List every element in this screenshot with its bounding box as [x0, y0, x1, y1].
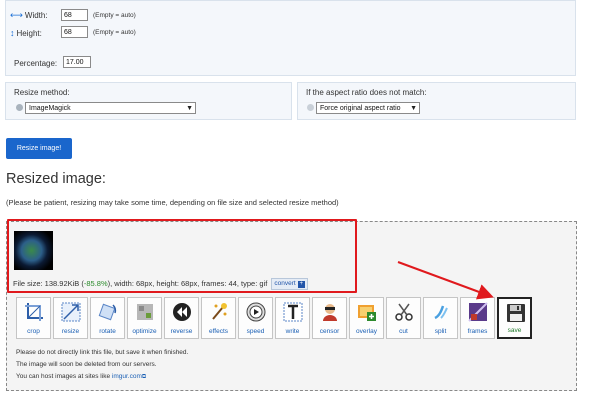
- tool-overlay[interactable]: overlay: [349, 297, 384, 339]
- crop-icon: [23, 301, 45, 323]
- resized-image-heading: Resized image:: [6, 171, 106, 187]
- patience-note: (Please be patient, resizing may take so…: [6, 198, 339, 207]
- tool-write[interactable]: write: [275, 297, 310, 339]
- tool-rotate[interactable]: rotate: [90, 297, 125, 339]
- tool-reverse[interactable]: reverse: [164, 297, 199, 339]
- width-hint: (Empty = auto): [93, 12, 136, 19]
- height-arrow-icon: ↕: [10, 28, 15, 38]
- chevron-down-icon: ▼: [186, 105, 193, 112]
- tool-resize[interactable]: resize: [53, 297, 88, 339]
- imagemagick-icon: [16, 104, 23, 111]
- reverse-icon: [171, 301, 193, 323]
- footer-line-2: The image will soon be deleted from our …: [16, 361, 157, 368]
- resize-image-button[interactable]: Resize image!: [6, 138, 72, 159]
- external-link-icon: ⧉: [141, 374, 147, 380]
- tool-speed[interactable]: speed: [238, 297, 273, 339]
- chevron-down-icon: ▼: [410, 105, 417, 112]
- width-label: ⟷ Width:: [10, 10, 48, 20]
- overlay-icon: [356, 301, 378, 323]
- rotate-icon: [97, 301, 119, 323]
- width-arrow-icon: ⟷: [10, 10, 23, 20]
- footer-line-3: You can host images at sites like imgur.…: [16, 373, 147, 380]
- optimize-icon: [134, 301, 156, 323]
- split-icon: [430, 301, 452, 323]
- tool-crop[interactable]: crop: [16, 297, 51, 339]
- aspect-ratio-select[interactable]: Force original aspect ratio ▼: [316, 102, 420, 114]
- height-input[interactable]: 68: [61, 26, 88, 38]
- tool-frames[interactable]: frames: [460, 297, 495, 339]
- resize-icon: [60, 301, 82, 323]
- tool-censor[interactable]: censor: [312, 297, 347, 339]
- height-label: ↕ Height:: [10, 28, 42, 38]
- highlight-box: [7, 219, 357, 293]
- effects-icon: [208, 301, 230, 323]
- height-hint: (Empty = auto): [93, 29, 136, 36]
- tool-optimize[interactable]: optimize: [127, 297, 162, 339]
- frames-icon: [467, 301, 489, 323]
- speed-icon: [245, 301, 267, 323]
- tool-cut[interactable]: cut: [386, 297, 421, 339]
- aspect-ratio-icon: [307, 104, 314, 111]
- percentage-label: Percentage:: [14, 59, 58, 68]
- tool-save[interactable]: save: [497, 297, 532, 339]
- aspect-ratio-label: If the aspect ratio does not match:: [306, 88, 427, 97]
- censor-icon: [319, 301, 341, 323]
- width-input[interactable]: 68: [61, 9, 88, 21]
- resize-method-label: Resize method:: [14, 88, 70, 97]
- footer-line-1: Please do not directly link this file, b…: [16, 349, 189, 356]
- tool-effects[interactable]: effects: [201, 297, 236, 339]
- save-icon: [505, 302, 527, 324]
- cut-icon: [393, 301, 415, 323]
- write-icon: [282, 301, 304, 323]
- percentage-input[interactable]: 17.00: [63, 56, 91, 68]
- tool-split[interactable]: split: [423, 297, 458, 339]
- imgur-link[interactable]: imgur.com: [112, 373, 142, 380]
- resize-method-select[interactable]: ImageMagick ▼: [25, 102, 196, 114]
